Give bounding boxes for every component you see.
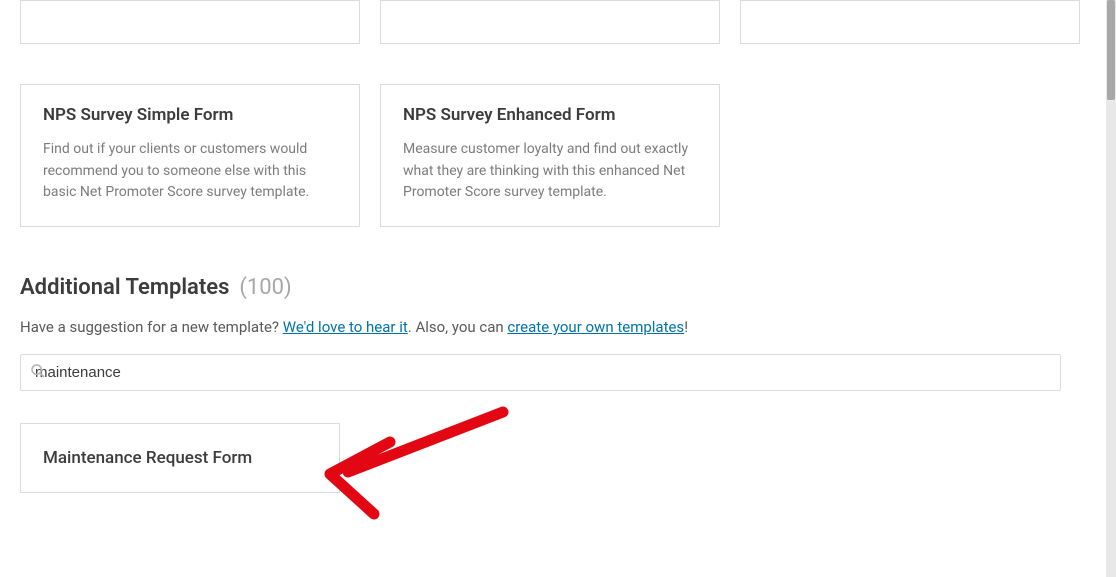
section-title: Additional Templates <box>20 275 229 300</box>
section-count: (100) <box>239 275 291 300</box>
scrollbar-thumb[interactable] <box>1107 0 1115 100</box>
template-card-placeholder[interactable] <box>380 0 720 44</box>
template-card-nps-enhanced[interactable]: NPS Survey Enhanced Form Measure custome… <box>380 84 720 227</box>
section-header: Additional Templates (100) <box>20 275 1106 300</box>
create-own-link[interactable]: create your own templates <box>507 318 684 336</box>
template-card-maintenance-request[interactable]: Maintenance Request Form <box>20 423 340 493</box>
card-title: Maintenance Request Form <box>43 448 317 468</box>
card-desc: Measure customer loyalty and find out ex… <box>403 139 697 204</box>
sub-suffix: ! <box>684 318 688 336</box>
sub-mid: . Also, you can <box>408 318 508 336</box>
section-subtext: Have a suggestion for a new template? We… <box>20 318 1106 336</box>
template-card-placeholder[interactable] <box>20 0 360 44</box>
card-title: NPS Survey Enhanced Form <box>403 105 697 125</box>
suggestion-link[interactable]: We'd love to hear it <box>283 318 408 336</box>
search-container <box>20 354 1106 391</box>
template-card-row: NPS Survey Simple Form Find out if your … <box>20 84 1106 227</box>
red-arrow-annotation <box>318 402 518 532</box>
vertical-scrollbar[interactable] <box>1106 0 1116 577</box>
template-card-placeholder[interactable] <box>740 0 1080 44</box>
sub-prefix: Have a suggestion for a new template? <box>20 318 283 336</box>
template-search-input[interactable] <box>20 354 1061 391</box>
top-card-row <box>20 0 1106 44</box>
template-card-nps-simple[interactable]: NPS Survey Simple Form Find out if your … <box>20 84 360 227</box>
card-title: NPS Survey Simple Form <box>43 105 337 125</box>
card-desc: Find out if your clients or customers wo… <box>43 139 337 204</box>
